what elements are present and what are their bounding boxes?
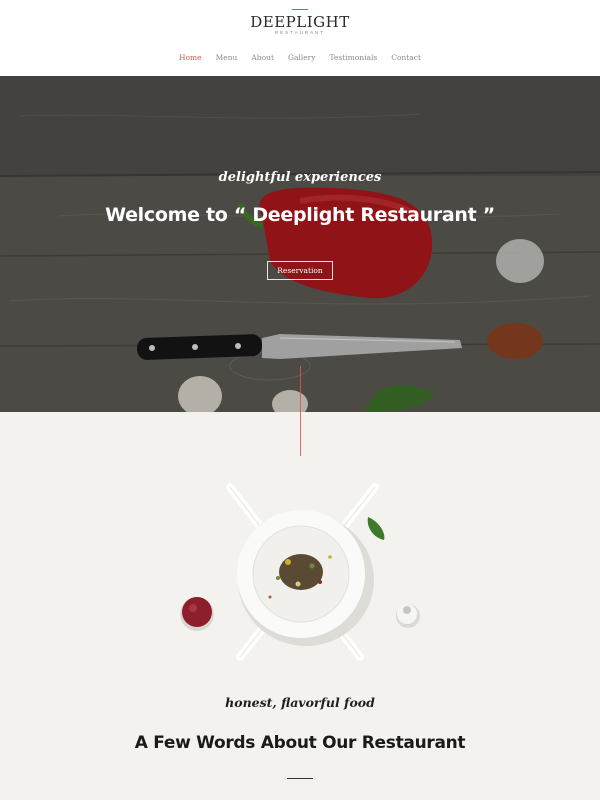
hero-tagline: delightful experiences xyxy=(218,170,382,185)
about-divider xyxy=(287,778,313,779)
reservation-button[interactable]: Reservation xyxy=(267,261,333,280)
main-nav: Home Menu About Gallery Testimonials Con… xyxy=(0,53,600,62)
hero-overlay xyxy=(0,76,600,412)
plate-illustration xyxy=(180,483,420,661)
about-tagline: honest, flavorful food xyxy=(225,695,375,710)
about-title: A Few Words About Our Restaurant xyxy=(134,733,466,753)
nav-item-home[interactable]: Home xyxy=(179,53,202,62)
hero-title: Welcome to “ Deeplight Restaurant ” xyxy=(105,204,495,226)
brand-logo[interactable]: DEEPLIGHT xyxy=(0,13,600,31)
nav-item-gallery[interactable]: Gallery xyxy=(288,53,316,62)
nav-item-about[interactable]: About xyxy=(251,53,274,62)
hero-section: delightful experiences Welcome to “ Deep… xyxy=(0,76,600,412)
about-section: honest, flavorful food A Few Words About… xyxy=(0,412,600,800)
nav-item-testimonials[interactable]: Testimonials xyxy=(330,53,378,62)
nav-item-contact[interactable]: Contact xyxy=(391,53,421,62)
site-header: DEEPLIGHT RESTAURANT Home Menu About Gal… xyxy=(0,0,600,76)
logo-accent-line xyxy=(292,9,308,10)
nav-item-menu[interactable]: Menu xyxy=(216,53,238,62)
brand-subtitle: RESTAURANT xyxy=(274,30,326,35)
section-connector-line xyxy=(300,366,301,456)
